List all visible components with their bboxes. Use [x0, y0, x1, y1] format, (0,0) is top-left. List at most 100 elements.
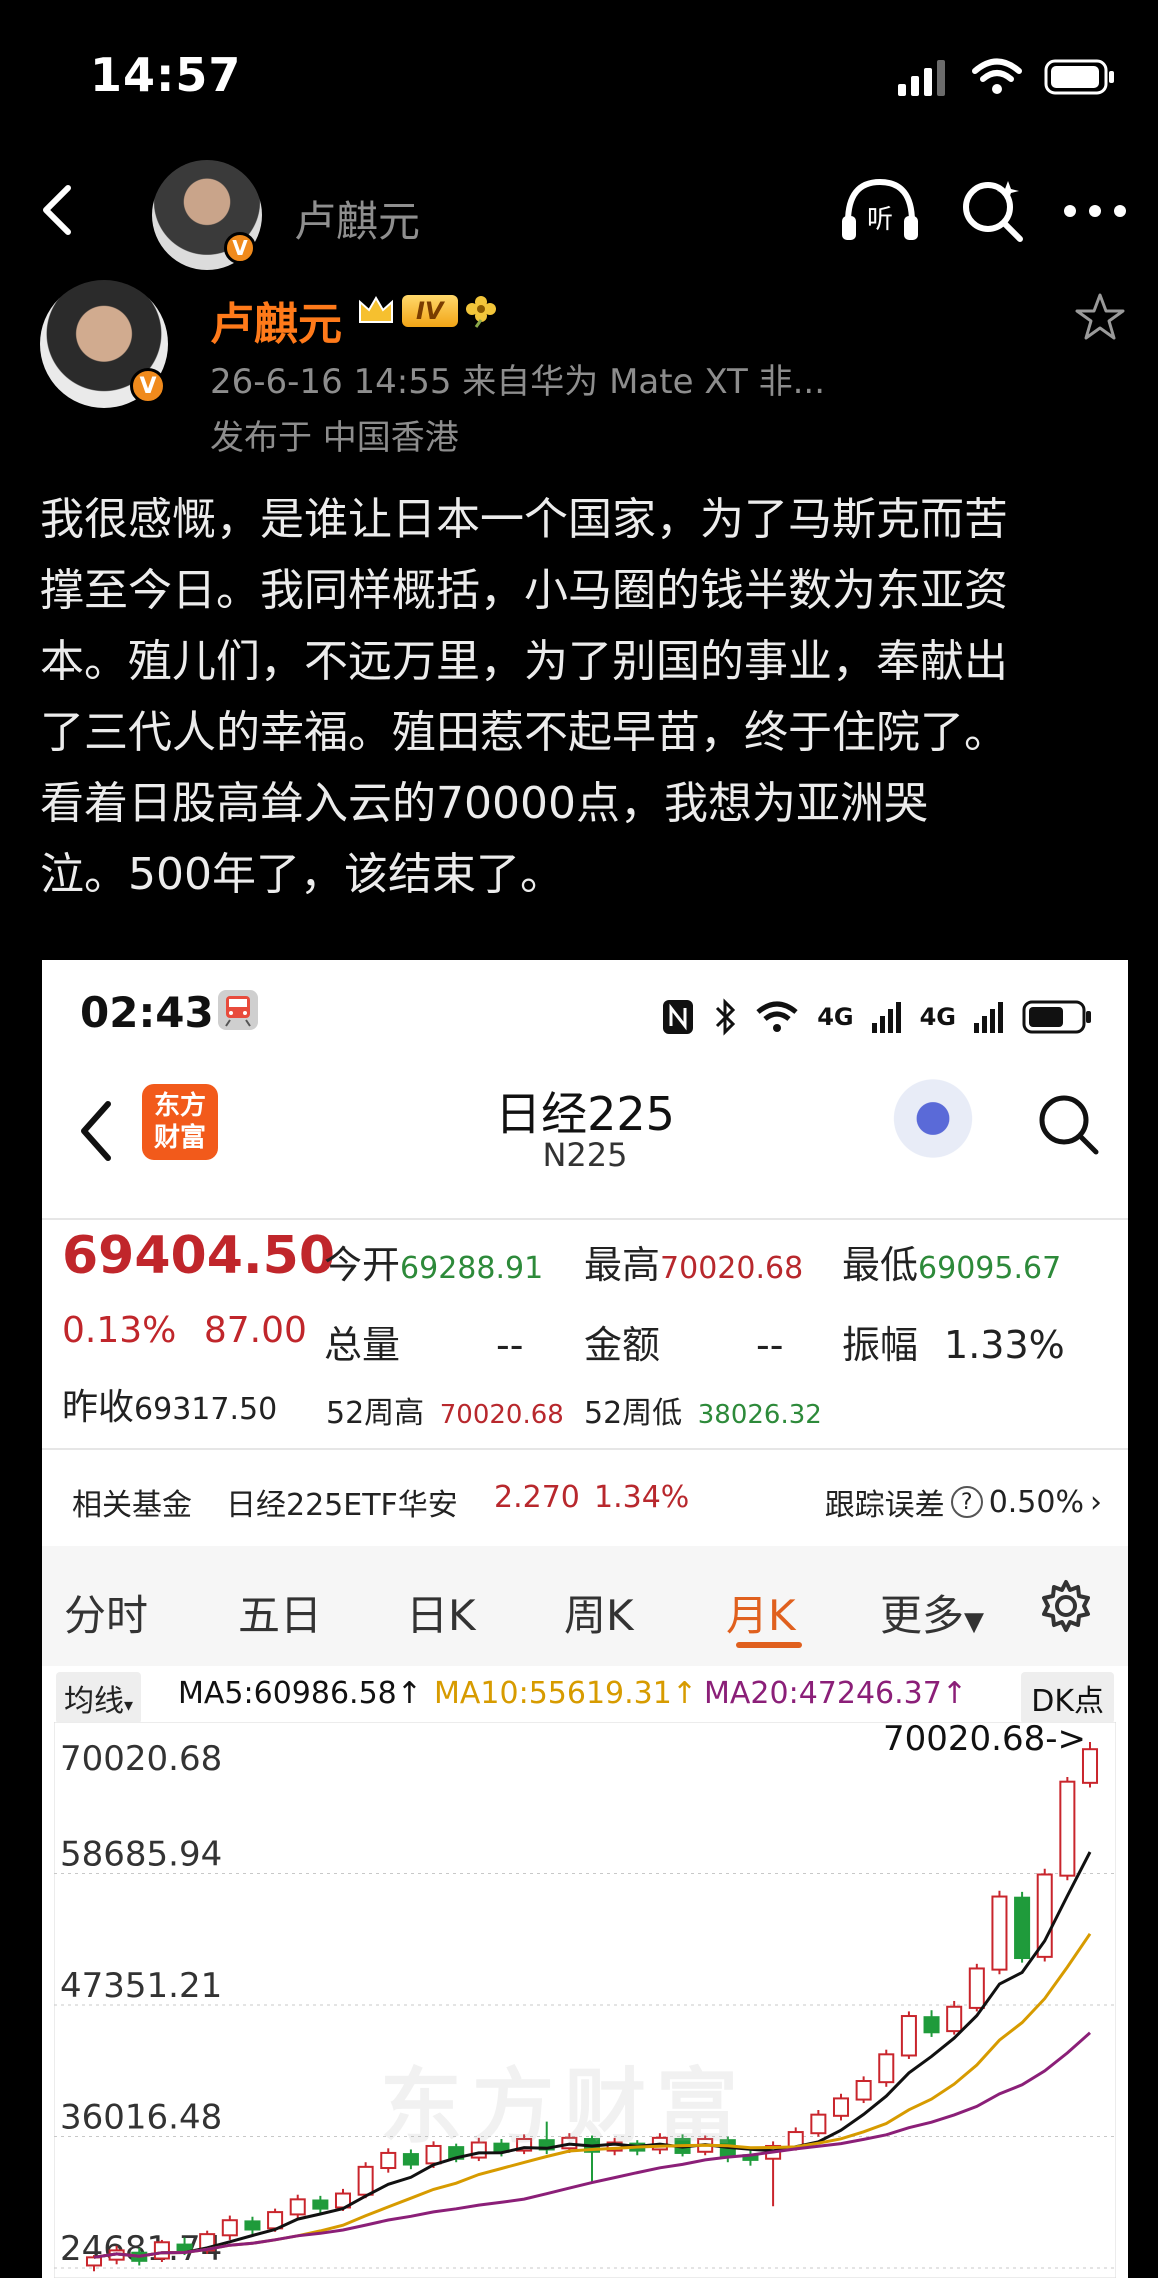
network-label: 4G — [919, 1003, 956, 1031]
price-change: 0.13% 87.00 — [62, 1310, 307, 1351]
volume-cell: 总量 -- — [324, 1323, 524, 1367]
verified-badge-icon: V — [224, 232, 256, 264]
tab-weekly-k[interactable]: 周K — [564, 1582, 634, 1643]
ma-legend: 均线▾ MA5:60986.58↑ MA10:55619.31↑ MA20:47… — [42, 1670, 1128, 1724]
candle-body — [832, 2097, 850, 2117]
fund-change: 1.34% — [594, 1480, 690, 1515]
period-tabs: 分时 五日 日K 周K 月K 更多▼ — [42, 1546, 1128, 1666]
battery-icon — [1044, 59, 1114, 95]
ma-selector[interactable]: 均线▾ — [56, 1672, 142, 1724]
help-icon[interactable]: ? — [950, 1486, 983, 1518]
high-cell: 最高70020.68 — [584, 1243, 804, 1287]
candle-body — [946, 2005, 963, 2033]
content-line: 看着日股高耸入云的70000点，我想为亚洲哭 — [40, 778, 928, 829]
fund-name[interactable]: 日经225ETF华安 — [226, 1480, 458, 1524]
bluetooth-icon — [716, 998, 736, 1036]
post-location: 发布于 中国香港 — [210, 418, 459, 458]
status-bar: 14:57 — [0, 0, 1158, 150]
content-line: 泣。500年了，该结束了。 — [40, 849, 564, 900]
amount-cell: 金额 -- — [584, 1323, 784, 1367]
active-tab-indicator — [736, 1642, 802, 1648]
content-line: 我很感慨，是谁让日本一个国家，为了马斯克而苦 — [40, 494, 1008, 545]
nav-title: 卢麒元 — [294, 197, 421, 246]
favorite-star-icon[interactable] — [1072, 290, 1128, 346]
y-tick-label: 36016.48 — [60, 2098, 222, 2138]
inner-header: 东方 财富 日经225 N225 — [42, 1070, 1128, 1190]
candle-body — [878, 2053, 895, 2084]
status-time: 14:57 — [90, 48, 242, 102]
y-tick-label: 70020.68 — [60, 1739, 222, 1779]
wifi-icon — [756, 1001, 798, 1032]
member-level[interactable]: IV — [356, 294, 498, 328]
back-icon[interactable] — [28, 178, 92, 242]
candle-body — [357, 2165, 374, 2196]
last-price: 69404.50 — [62, 1226, 336, 1286]
candle-body — [289, 2198, 306, 2216]
content-line: 了三代人的幸福。殖田惹不起早苗，终于住院了。 — [40, 707, 1008, 758]
candle-body — [900, 2015, 917, 2057]
quote-panel: 69404.50 0.13% 87.00 昨收69317.50 今开69288.… — [42, 1210, 1128, 1450]
verified-badge-icon: V — [130, 368, 166, 404]
status-icons — [898, 52, 1116, 102]
ma20-value: MA20:47246.37↑ — [704, 1676, 967, 1711]
post-content: 我很感慨，是谁让日本一个国家，为了马斯克而苦 撑至今日。我同样概括，小马圈的钱半… — [40, 484, 1130, 910]
candle-body — [923, 2016, 940, 2034]
tracking-error[interactable]: 跟踪误差 ? 0.50% › — [825, 1480, 1102, 1524]
author-name[interactable]: 卢麒元 — [210, 288, 342, 352]
signal-icon — [974, 1002, 1003, 1033]
watermark: 东方财富 — [380, 2060, 749, 2155]
max-price-annotation: 70020.68-> — [883, 1722, 1086, 1759]
tab-monthly-k[interactable]: 月K — [726, 1582, 796, 1643]
tab-intraday[interactable]: 分时 — [64, 1582, 148, 1643]
candle-body — [244, 2220, 261, 2231]
ma10-value: MA10:55619.31↑ — [434, 1676, 697, 1711]
ma5-value: MA5:60986.58↑ — [178, 1676, 422, 1711]
post-meta: 26-6-16 14:55 来自华为 Mate XT 非... — [210, 362, 826, 402]
candle-body — [153, 2241, 170, 2260]
crown-icon — [359, 296, 393, 323]
candle-body — [221, 2219, 238, 2237]
listen-icon[interactable]: 听 — [838, 176, 922, 246]
wk52-low-cell: 52周低 38026.32 — [584, 1396, 822, 1431]
tab-five-day[interactable]: 五日 — [238, 1582, 322, 1643]
signal-icon — [871, 1002, 901, 1033]
related-fund-row[interactable]: 相关基金 日经225ETF华安 2.270 1.34% 跟踪误差 ? 0.50%… — [42, 1452, 1128, 1544]
candle-body — [810, 2113, 827, 2135]
candle-body — [855, 2080, 872, 2101]
more-icon[interactable] — [1062, 201, 1128, 221]
content-line: 本。殖儿们，不远万里，为了别国的事业，奉献出 — [40, 636, 1008, 687]
assistant-robot-icon[interactable] — [888, 1078, 978, 1168]
y-tick-label: 47351.21 — [60, 1966, 222, 2006]
inner-status-icons: 4G 4G — [661, 998, 1092, 1036]
content-line: 撑至今日。我同样概括，小马圈的钱半数为东亚资 — [40, 565, 1008, 616]
search-icon[interactable] — [1036, 1092, 1100, 1156]
candle-body — [312, 2199, 329, 2210]
nav-actions: 听 — [838, 176, 1128, 246]
nfc-icon — [663, 1000, 694, 1034]
gear-icon[interactable] — [1038, 1578, 1094, 1634]
nav-bar: V 卢麒元 听 — [0, 150, 1158, 270]
search-icon[interactable] — [958, 177, 1026, 245]
svg-text:听: 听 — [867, 205, 893, 235]
candle-body — [968, 1967, 985, 2009]
candle-body — [1036, 1873, 1053, 1958]
tab-more[interactable]: 更多▼ — [880, 1582, 984, 1643]
caret-down-icon: ▼ — [964, 1607, 985, 1637]
wk52-high-cell: 52周高 70020.68 — [326, 1396, 564, 1431]
network-label: 4G — [817, 1003, 854, 1031]
open-cell: 今开69288.91 — [324, 1243, 544, 1287]
dk-point-button[interactable]: DK点 — [1021, 1672, 1114, 1724]
prev-close: 昨收69317.50 — [62, 1387, 278, 1428]
divider — [42, 1448, 1128, 1450]
candle-body — [991, 1895, 1008, 1971]
signal-icon — [898, 60, 945, 96]
amplitude-cell: 振幅 1.33% — [842, 1323, 1065, 1367]
y-tick-label: 58685.94 — [60, 1835, 222, 1875]
wifi-icon — [972, 58, 1022, 94]
train-icon — [218, 990, 258, 1030]
chevron-right-icon: › — [1090, 1484, 1102, 1520]
fund-label: 相关基金 — [72, 1488, 192, 1523]
monthly-k-chart[interactable]: 70020.6858685.9447351.2136016.4824681.74… — [54, 1722, 1116, 2278]
low-cell: 最低69095.67 — [842, 1243, 1062, 1287]
tab-daily-k[interactable]: 日K — [406, 1582, 476, 1643]
